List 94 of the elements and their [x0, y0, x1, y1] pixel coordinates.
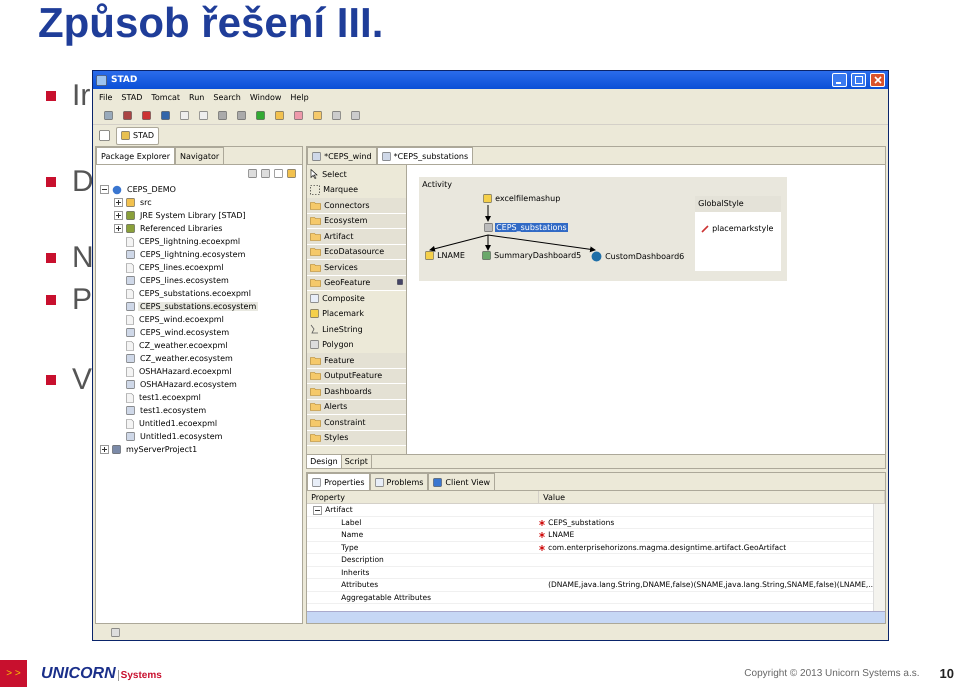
maximize-icon [854, 76, 862, 84]
collapse-toggle-icon[interactable] [100, 185, 109, 194]
diagram-node[interactable]: CEPS_substations [495, 223, 568, 232]
view-tab[interactable]: Package Explorer [96, 147, 176, 164]
tree-item[interactable]: OSHAHazard.ecosystem [138, 380, 239, 389]
arrows-badge: > > [0, 660, 27, 687]
tree-item[interactable]: CEPS_wind.ecosystem [138, 328, 232, 337]
palette-item[interactable]: Connectors [307, 198, 406, 214]
palette-item[interactable]: Dashboards [307, 384, 406, 400]
tree-item[interactable]: CEPS_substations.ecosystem [138, 302, 258, 311]
expand-toggle-icon[interactable] [114, 224, 123, 233]
tree-item[interactable]: myServerProject1 [124, 445, 200, 454]
bullet-text: Ir [72, 79, 90, 113]
view-tab[interactable]: Properties [307, 473, 370, 490]
menu-item[interactable]: Search [209, 92, 245, 103]
marquee-icon [310, 184, 320, 195]
close-icon [874, 76, 882, 84]
tree-item[interactable]: Referenced Libraries [138, 224, 224, 233]
bullet-marker [46, 177, 56, 187]
expand-toggle-icon[interactable] [114, 211, 123, 220]
tree-item[interactable]: CEPS_lightning.ecosystem [138, 250, 248, 259]
polyline-icon [310, 324, 320, 334]
menu-item[interactable]: STAD [117, 92, 146, 103]
view-tab[interactable]: Problems [370, 473, 428, 490]
toolbar-button[interactable] [97, 128, 112, 143]
tree-item[interactable]: CEPS_substations.ecoexpml [137, 289, 253, 298]
tree-item[interactable]: Untitled1.ecosystem [138, 432, 224, 441]
diagram-node[interactable]: SummaryDashboard5 [493, 251, 582, 260]
tree-item[interactable]: test1.ecoexpml [137, 393, 203, 402]
style-box-title: GlobalStyle [698, 199, 744, 208]
slide-title: Způsob řešení III. [37, 0, 384, 48]
vertical-scrollbar[interactable] [873, 504, 885, 611]
editor-tab[interactable]: *CEPS_substations [376, 147, 474, 164]
bullet-text: D [72, 165, 94, 199]
style-item[interactable]: placemarkstyle [712, 224, 774, 233]
editor-tab[interactable]: *CEPS_wind [307, 147, 377, 164]
copyright-text: Copyright © 2013 Unicorn Systems a.s. [744, 668, 920, 679]
menu-item[interactable]: Window [246, 92, 286, 103]
column-header: Property [307, 491, 540, 504]
palette-item[interactable]: Ecosystem [307, 214, 406, 229]
tree-item[interactable]: CEPS_DEMO [125, 185, 178, 194]
tree-item[interactable]: CEPS_lines.ecoexpml [137, 263, 226, 272]
editor-mode-tab[interactable]: Design [307, 455, 342, 468]
palette-item[interactable]: Artifact [307, 229, 406, 244]
palette-item[interactable]: Services [307, 260, 406, 276]
tree-item[interactable]: Untitled1.ecoexpml [137, 419, 220, 428]
bullet-marker [46, 91, 56, 101]
tree-item[interactable]: CEPS_lightning.ecoexpml [137, 237, 242, 246]
menu-item[interactable]: Tomcat [147, 92, 184, 103]
perspective-button[interactable]: STAD [116, 126, 159, 144]
tree-item[interactable]: JRE System Library [STAD] [138, 211, 248, 220]
tree-item[interactable]: OSHAHazard.ecoexpml [137, 367, 234, 376]
bullet-marker [46, 375, 56, 385]
diagram-node[interactable]: CustomDashboard6 [604, 252, 686, 261]
bullet-text: V [72, 363, 92, 397]
view-tab[interactable]: Client View [428, 473, 496, 490]
tree-item[interactable]: CZ_weather.ecoexpml [137, 341, 230, 350]
window-title: STAD [111, 75, 138, 85]
tree-item[interactable]: CEPS_lines.ecosystem [138, 276, 231, 285]
collapse-toggle-icon[interactable] [313, 506, 322, 514]
bullet-text: N [72, 241, 94, 275]
horizontal-scrollbar[interactable] [307, 611, 885, 623]
logo-subtext: Systems [118, 670, 162, 680]
pointer-icon [310, 169, 320, 180]
bullet-text: P [72, 283, 92, 317]
expand-toggle-icon[interactable] [114, 198, 123, 207]
tree-item[interactable]: CZ_weather.ecosystem [138, 354, 235, 363]
logo-text: UNICORN [41, 664, 116, 682]
palette-item[interactable]: GeoFeature [307, 276, 406, 291]
tree-item[interactable]: src [138, 198, 154, 207]
container-title: Activity [422, 180, 452, 189]
palette-item[interactable]: Styles [307, 430, 406, 446]
arrow [485, 204, 492, 222]
square-icon [310, 340, 320, 350]
expand-toggle-icon[interactable] [100, 445, 109, 454]
tree-item[interactable]: test1.ecosystem [138, 406, 208, 415]
palette-item[interactable]: Constraint [307, 415, 406, 430]
tree-item[interactable]: CEPS_wind.ecoexpml [137, 315, 226, 324]
palette-item[interactable]: EcoDatasource [307, 244, 406, 260]
minimize-button[interactable] [832, 73, 847, 87]
maximize-button[interactable] [851, 73, 866, 87]
menu-item[interactable]: Run [185, 92, 208, 103]
close-button[interactable] [870, 73, 885, 87]
view-tab[interactable]: Navigator [175, 147, 224, 164]
menu-item[interactable]: File [95, 92, 116, 103]
bullet-marker [46, 295, 56, 305]
palette-item[interactable]: Alerts [307, 400, 406, 415]
bullet-marker [46, 253, 56, 263]
menu-item[interactable]: Help [286, 92, 313, 103]
page-number: 10 [940, 666, 954, 681]
diagram-node[interactable]: LNAME [436, 251, 466, 260]
palette-item[interactable]: Feature [307, 353, 406, 368]
diagram-node[interactable]: excelfilemashup [494, 194, 562, 203]
palette-item[interactable]: OutputFeature [307, 368, 406, 384]
